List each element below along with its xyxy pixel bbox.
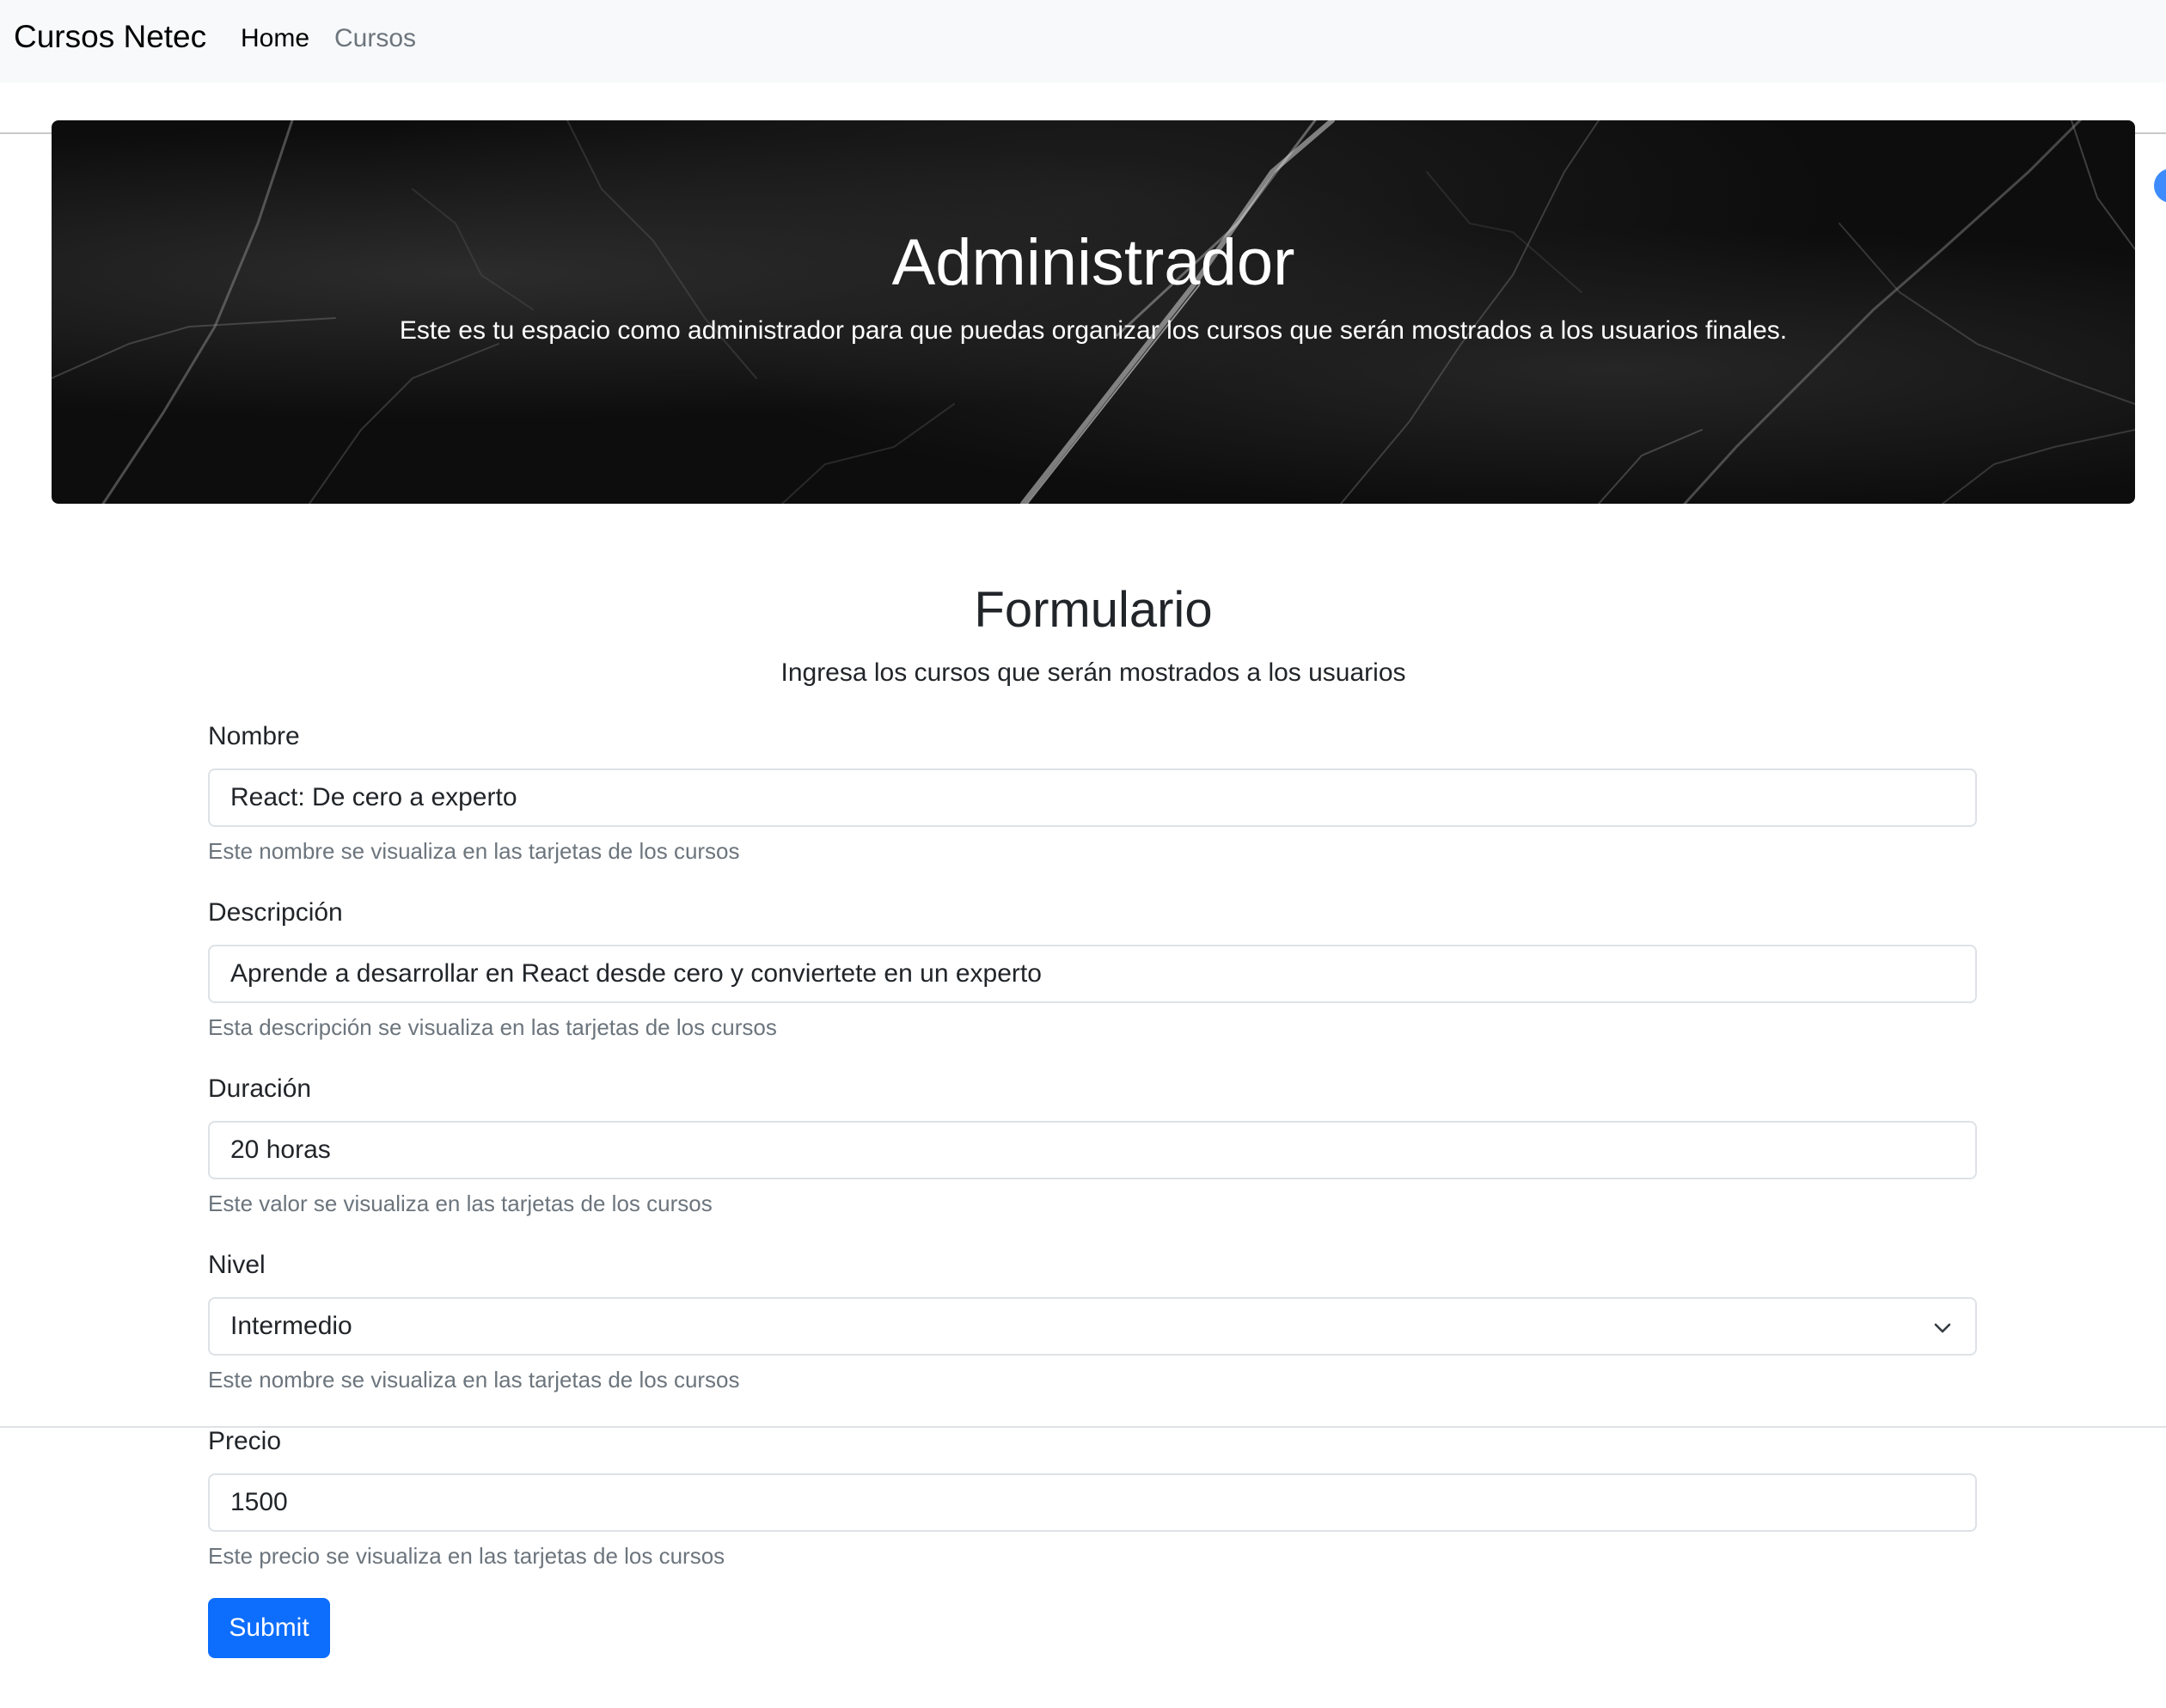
duracion-help: Este valor se visualiza en las tarjetas … xyxy=(208,1191,713,1216)
chevron-down-icon xyxy=(1934,1323,1951,1333)
hero-title: Administrador xyxy=(891,226,1295,299)
side-badge[interactable] xyxy=(2154,168,2166,203)
nivel-label: Nivel xyxy=(208,1251,266,1279)
descripcion-input[interactable] xyxy=(208,945,1977,1003)
nombre-help: Este nombre se visualiza en las tarjetas… xyxy=(208,838,740,864)
navbar: Cursos Netec Home Cursos xyxy=(0,0,2166,83)
duracion-input[interactable] xyxy=(208,1121,1977,1179)
form-title: Formulario xyxy=(974,582,1213,638)
nivel-select[interactable]: Intermedio xyxy=(208,1297,1977,1356)
form-subtitle: Ingresa los cursos que serán mostrados a… xyxy=(780,658,1406,687)
marble-texture xyxy=(52,120,2135,504)
precio-help: Este precio se visualiza en las tarjetas… xyxy=(208,1543,725,1569)
hero-subtitle: Este es tu espacio como administrador pa… xyxy=(399,316,1788,345)
descripcion-help: Esta descripción se visualiza en las tar… xyxy=(208,1014,777,1040)
nivel-selected-value: Intermedio xyxy=(230,1312,352,1340)
nav-link-cursos[interactable]: Cursos xyxy=(334,24,416,53)
duracion-label: Duración xyxy=(208,1074,312,1103)
precio-label: Precio xyxy=(208,1427,282,1455)
descripcion-label: Descripción xyxy=(208,898,343,927)
page-divider xyxy=(0,1426,2166,1428)
submit-button[interactable]: Submit xyxy=(208,1598,330,1658)
nombre-label: Nombre xyxy=(208,722,300,750)
precio-input[interactable] xyxy=(208,1473,1977,1532)
nivel-help: Este nombre se visualiza en las tarjetas… xyxy=(208,1367,740,1393)
navbar-brand[interactable]: Cursos Netec xyxy=(14,19,206,55)
nav-link-home[interactable]: Home xyxy=(241,24,309,53)
hero-banner: Administrador Este es tu espacio como ad… xyxy=(52,120,2135,504)
nombre-input[interactable] xyxy=(208,768,1977,827)
